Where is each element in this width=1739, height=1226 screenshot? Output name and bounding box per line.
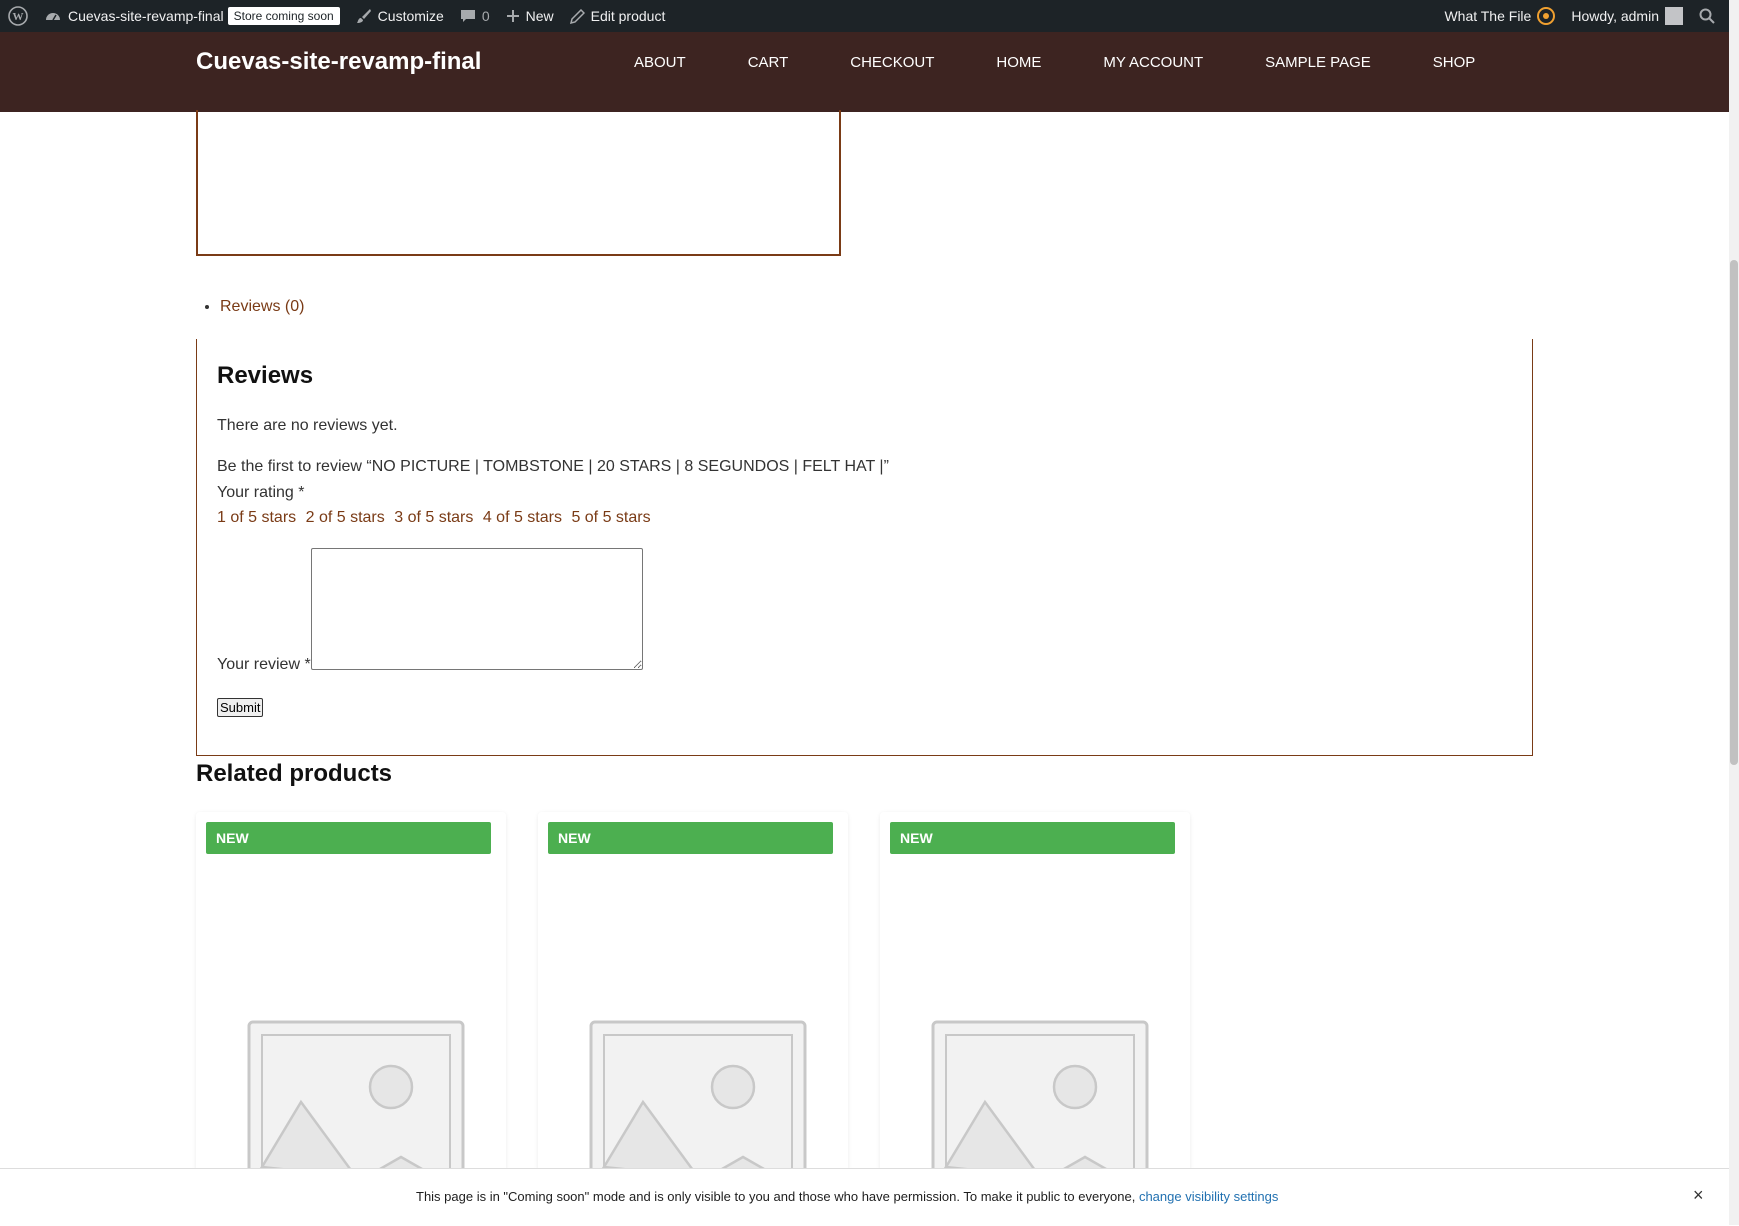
tab-reviews[interactable]: Reviews (0): [220, 298, 304, 316]
my-account-menu[interactable]: Howdy, admin: [1563, 0, 1691, 32]
close-icon[interactable]: ×: [1693, 1185, 1704, 1206]
nav-checkout[interactable]: CHECKOUT: [850, 54, 934, 71]
review-label: Your review *: [217, 656, 311, 673]
product-card[interactable]: NEW: [538, 812, 848, 1172]
admin-search[interactable]: [1691, 0, 1729, 32]
change-visibility-link[interactable]: change visibility settings: [1139, 1189, 1278, 1204]
new-badge: NEW: [206, 822, 491, 854]
image-placeholder-icon: [931, 1020, 1149, 1172]
new-badge: NEW: [890, 822, 1175, 854]
site-header: Cuevas-site-revamp-final ABOUT CART CHEC…: [0, 32, 1729, 112]
reviews-heading: Reviews: [217, 362, 314, 389]
howdy-label: Howdy, admin: [1571, 8, 1659, 24]
customize-link[interactable]: Customize: [348, 0, 452, 32]
scrollbar[interactable]: [1729, 0, 1739, 1225]
nav-my-account[interactable]: MY ACCOUNT: [1103, 54, 1203, 71]
edit-product-link[interactable]: Edit product: [562, 0, 674, 32]
what-the-file-label: What The File: [1444, 8, 1532, 24]
image-placeholder-icon: [589, 1020, 807, 1172]
star-3-link[interactable]: 3 of 5 stars: [394, 509, 473, 526]
admin-bar: W Cuevas-site-revamp-final Store coming …: [0, 0, 1729, 32]
new-badge: NEW: [548, 822, 833, 854]
star-1-link[interactable]: 1 of 5 stars: [217, 509, 296, 526]
admin-site-name-label: Cuevas-site-revamp-final: [68, 8, 224, 24]
star-5-link[interactable]: 5 of 5 stars: [571, 509, 650, 526]
review-textarea[interactable]: [311, 548, 643, 670]
comments-link[interactable]: 0: [452, 0, 498, 32]
search-icon: [1699, 8, 1715, 24]
new-label: New: [525, 8, 554, 24]
tab-reviews-link[interactable]: Reviews (0): [220, 298, 304, 315]
store-coming-soon-badge[interactable]: Store coming soon: [227, 7, 340, 25]
comment-icon: [460, 10, 475, 22]
customize-label: Customize: [377, 8, 444, 24]
nav-home[interactable]: HOME: [996, 54, 1041, 71]
submit-button[interactable]: Submit: [217, 698, 264, 717]
reviews-panel: Reviews There are no reviews yet. Be the…: [196, 339, 1533, 756]
product-tabs: Reviews (0): [206, 298, 304, 316]
pencil-icon: [569, 8, 585, 24]
what-the-file-link[interactable]: What The File: [1436, 0, 1563, 32]
new-content-link[interactable]: New: [498, 0, 562, 32]
coming-soon-text: This page is in "Coming soon" mode and i…: [416, 1189, 1139, 1204]
scrollbar-thumb[interactable]: [1730, 260, 1738, 765]
image-placeholder-icon: [247, 1020, 465, 1172]
nav-shop[interactable]: SHOP: [1433, 54, 1476, 71]
star-rating: 1 of 5 stars 2 of 5 stars 3 of 5 stars 4…: [217, 509, 656, 527]
no-reviews-text: There are no reviews yet.: [217, 417, 398, 434]
nav-sample-page[interactable]: SAMPLE PAGE: [1265, 54, 1371, 71]
main-nav: ABOUT CART CHECKOUT HOME MY ACCOUNT SAMP…: [634, 54, 1475, 71]
svg-text:W: W: [13, 11, 24, 23]
nav-cart[interactable]: CART: [748, 54, 789, 71]
brush-icon: [356, 9, 371, 23]
star-4-link[interactable]: 4 of 5 stars: [483, 509, 562, 526]
rating-label: Your rating *: [217, 484, 305, 501]
site-title[interactable]: Cuevas-site-revamp-final: [196, 48, 481, 76]
nav-about[interactable]: ABOUT: [634, 54, 686, 71]
product-card[interactable]: NEW: [880, 812, 1190, 1172]
product-image-box: [196, 110, 841, 256]
admin-site-name[interactable]: Cuevas-site-revamp-final Store coming so…: [36, 0, 348, 32]
related-products-heading: Related products: [196, 760, 393, 787]
product-card[interactable]: NEW: [196, 812, 506, 1172]
what-the-file-icon: [1537, 7, 1556, 25]
edit-product-label: Edit product: [590, 8, 666, 24]
coming-soon-notice: This page is in "Coming soon" mode and i…: [0, 1168, 1729, 1226]
star-2-link[interactable]: 2 of 5 stars: [306, 509, 385, 526]
dashboard-icon: [46, 13, 60, 21]
wordpress-logo-icon[interactable]: W: [0, 0, 36, 32]
first-review-text: Be the first to review “NO PICTURE | TOM…: [217, 458, 889, 475]
plus-icon: [506, 10, 519, 22]
avatar: [1665, 7, 1683, 25]
comments-count: 0: [481, 8, 490, 24]
coming-soon-text-wrap: This page is in "Coming soon" mode and i…: [416, 1189, 1278, 1204]
